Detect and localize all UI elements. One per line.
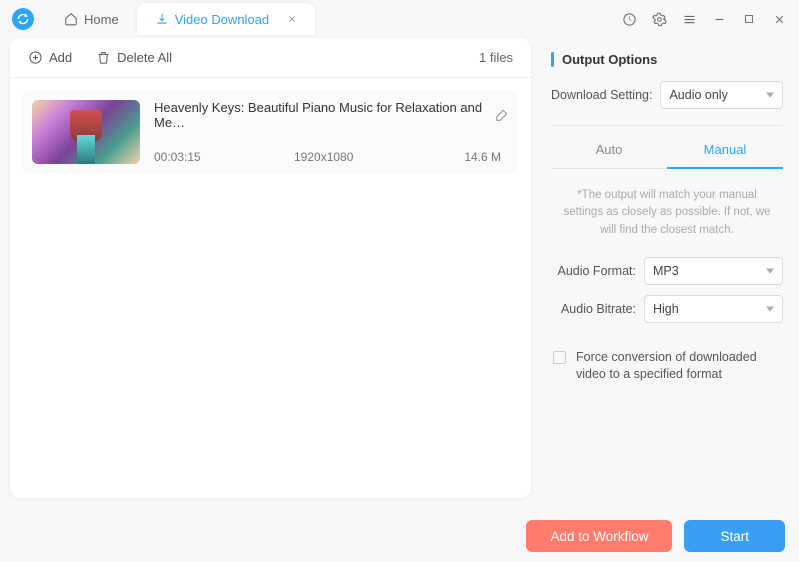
add-label: Add	[49, 50, 72, 65]
add-button[interactable]: Add	[28, 50, 72, 65]
right-panel: Output Options Download Setting: Audio o…	[531, 38, 789, 498]
file-resolution: 1920x1080	[294, 150, 424, 164]
tabs: Home Video Download	[46, 3, 315, 35]
audio-format-row: Audio Format: MP3	[551, 257, 783, 285]
file-item[interactable]: Heavenly Keys: Beautiful Piano Music for…	[22, 90, 519, 174]
subtabs: Auto Manual	[551, 132, 783, 169]
tab-home[interactable]: Home	[46, 3, 137, 35]
app-logo	[12, 8, 34, 30]
files-count: 1 files	[479, 50, 513, 65]
audio-format-label: Audio Format:	[551, 264, 636, 278]
file-info: Heavenly Keys: Beautiful Piano Music for…	[154, 100, 509, 164]
delete-all-button[interactable]: Delete All	[96, 50, 172, 65]
trash-icon	[96, 50, 111, 65]
delete-all-label: Delete All	[117, 50, 172, 65]
thumbnail	[32, 100, 140, 164]
file-title-row: Heavenly Keys: Beautiful Piano Music for…	[154, 100, 509, 130]
tab-home-label: Home	[84, 12, 119, 27]
file-duration: 00:03:15	[154, 150, 294, 164]
footer: Add to Workflow Start	[526, 520, 785, 552]
download-setting-row: Download Setting: Audio only	[551, 81, 783, 109]
settings-icon[interactable]	[651, 11, 667, 27]
force-conversion-row: Force conversion of downloaded video to …	[551, 333, 783, 384]
edit-icon[interactable]	[495, 108, 509, 122]
force-conversion-checkbox[interactable]	[553, 351, 566, 364]
audio-bitrate-label: Audio Bitrate:	[551, 302, 636, 316]
download-setting-label: Download Setting:	[551, 88, 652, 102]
menu-icon[interactable]	[681, 11, 697, 27]
output-options-title: Output Options	[551, 52, 783, 67]
plus-icon	[28, 50, 43, 65]
file-title: Heavenly Keys: Beautiful Piano Music for…	[154, 100, 489, 130]
divider	[551, 125, 783, 126]
close-window-icon[interactable]	[771, 11, 787, 27]
force-conversion-label: Force conversion of downloaded video to …	[576, 349, 777, 384]
tab-video-download[interactable]: Video Download	[137, 3, 315, 35]
tab-video-download-label: Video Download	[175, 12, 269, 27]
minimize-icon[interactable]	[711, 11, 727, 27]
toolbar: Add Delete All 1 files	[10, 38, 531, 78]
home-icon	[64, 12, 78, 26]
subtab-manual[interactable]: Manual	[667, 132, 783, 169]
titlebar: Home Video Download	[0, 0, 799, 38]
maximize-icon[interactable]	[741, 11, 757, 27]
start-button[interactable]: Start	[684, 520, 785, 552]
download-icon	[155, 12, 169, 26]
file-list: Heavenly Keys: Beautiful Piano Music for…	[10, 78, 531, 186]
audio-format-select[interactable]: MP3	[644, 257, 783, 285]
main: Add Delete All 1 files Heavenly Keys: Be…	[0, 38, 799, 508]
left-panel: Add Delete All 1 files Heavenly Keys: Be…	[10, 38, 531, 498]
hint-text: *The output will match your manual setti…	[551, 169, 783, 257]
audio-bitrate-select[interactable]: High	[644, 295, 783, 323]
file-meta: 00:03:15 1920x1080 14.6 M	[154, 150, 509, 164]
close-tab-icon[interactable]	[287, 12, 297, 27]
add-to-workflow-button[interactable]: Add to Workflow	[526, 520, 672, 552]
download-setting-select[interactable]: Audio only	[660, 81, 783, 109]
window-controls	[621, 11, 787, 27]
file-size: 14.6 M	[464, 150, 501, 164]
audio-bitrate-row: Audio Bitrate: High	[551, 295, 783, 323]
subtab-auto[interactable]: Auto	[551, 132, 667, 169]
history-icon[interactable]	[621, 11, 637, 27]
